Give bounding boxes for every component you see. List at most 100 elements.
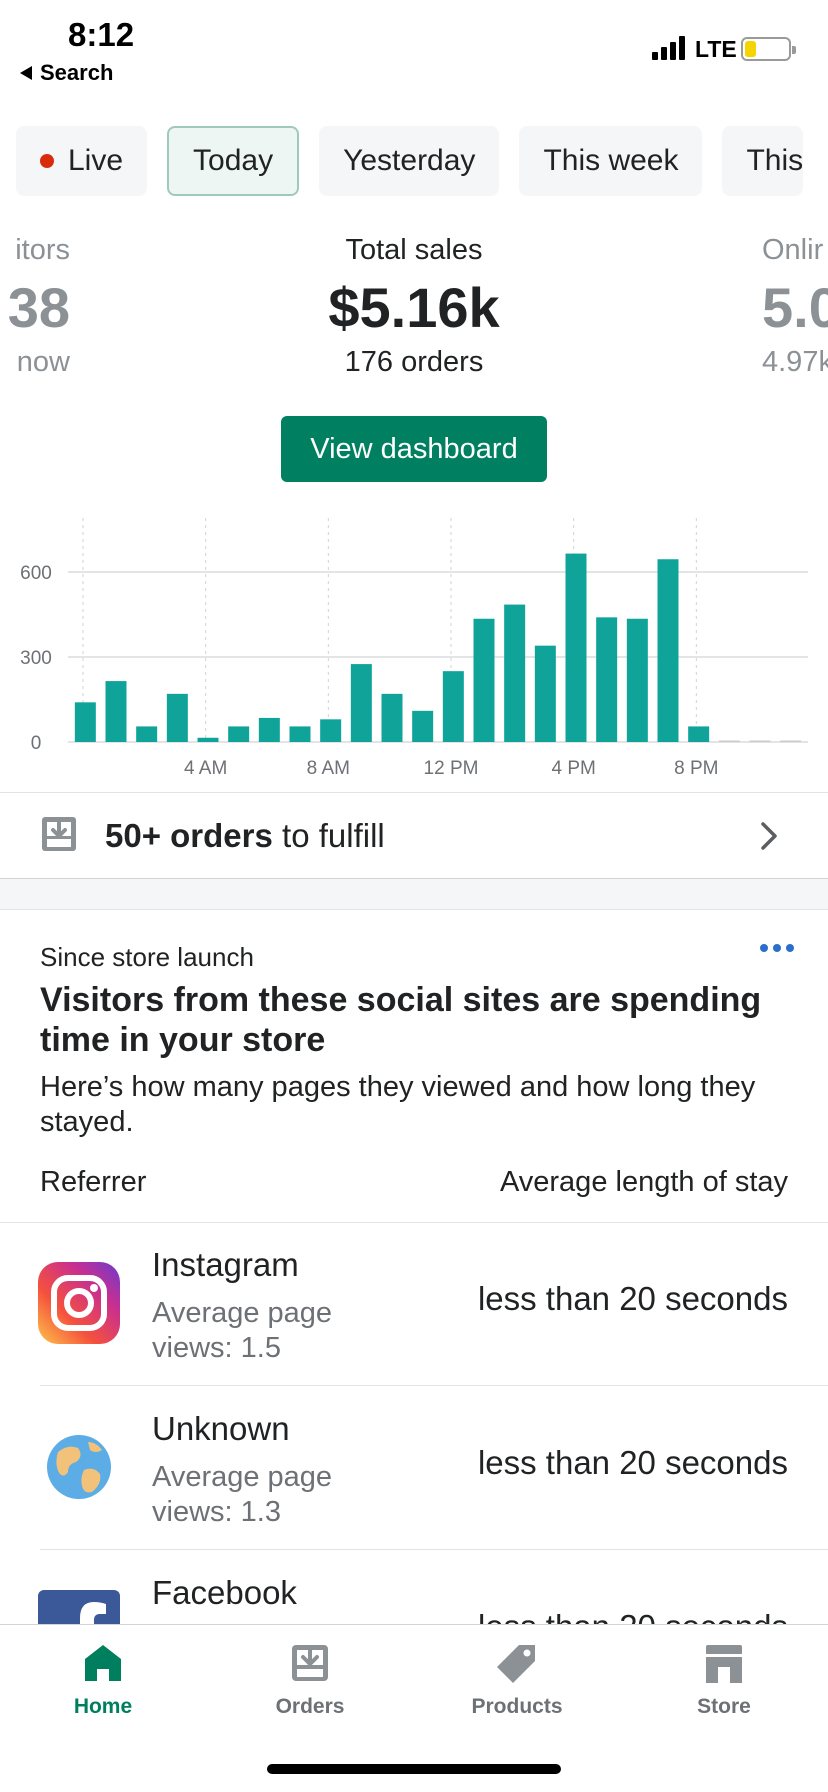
chip-label: This <box>746 144 804 177</box>
chart-bar[interactable] <box>105 681 127 742</box>
tab-store[interactable]: Store <box>644 1641 804 1719</box>
x-tick-label: 8 PM <box>674 758 718 779</box>
referrer-row-instagram[interactable]: Instagram Average page views: 1.5 less t… <box>0 1222 828 1386</box>
status-bar: 8:12 Search LTE <box>0 0 828 100</box>
chip-today[interactable]: Today <box>167 126 300 196</box>
chip-label: Live <box>68 144 124 177</box>
section-divider <box>0 878 828 910</box>
column-header-referrer: Referrer <box>40 1166 147 1198</box>
orders-to-fulfill-row[interactable]: 50+ orders to fulfill <box>0 792 828 878</box>
chart-bar[interactable] <box>473 618 495 742</box>
fulfill-count: 50+ orders <box>105 817 273 854</box>
chart-bar[interactable] <box>626 618 648 742</box>
metric-visitors[interactable]: itors 38 now <box>0 234 70 379</box>
instagram-logo-icon <box>38 1262 120 1344</box>
signal-icon <box>652 36 685 60</box>
battery-icon <box>741 37 796 61</box>
metric-subtext: now <box>16 346 70 378</box>
metric-value: 5.0 <box>762 276 828 339</box>
tab-label: Home <box>73 1695 133 1718</box>
back-label: Search <box>40 60 114 85</box>
chart-bar[interactable] <box>534 645 556 742</box>
hourly-sales-chart: 0 300 600 4 AM 8 AM 12 PM 4 PM 8 PM <box>20 518 808 779</box>
tab-label: Orders <box>275 1695 345 1718</box>
metric-total-sales[interactable]: Total sales $5.16k 176 orders <box>264 234 564 379</box>
chip-label: Yesterday <box>343 144 476 177</box>
chart-bar[interactable] <box>350 664 372 742</box>
chart-bar[interactable] <box>749 740 771 743</box>
chart-bar[interactable] <box>320 719 342 742</box>
chart-bar[interactable] <box>780 740 802 743</box>
view-dashboard-button[interactable]: View dashboard <box>281 416 547 482</box>
y-tick-label: 600 <box>20 563 52 584</box>
chart-bar[interactable] <box>74 702 96 742</box>
referrer-name: Unknown <box>152 1410 290 1447</box>
chip-live[interactable]: Live <box>16 126 148 196</box>
referrer-stay: less than 20 seconds <box>477 1280 788 1317</box>
chip-this-month[interactable]: This <box>722 126 804 196</box>
tab-home[interactable]: Home <box>23 1641 183 1719</box>
x-tick-label: 4 AM <box>184 758 227 779</box>
metric-label: Onlir <box>762 234 824 266</box>
metric-value: $5.16k <box>328 276 500 339</box>
chart-bar[interactable] <box>718 740 740 743</box>
referrer-name: Instagram <box>152 1246 299 1283</box>
chart-bar[interactable] <box>565 553 587 742</box>
chart-bar[interactable] <box>289 726 311 742</box>
date-filter-chips: Live Today Yesterday This week This <box>16 126 804 196</box>
chart-bar[interactable] <box>258 717 280 742</box>
metric-subtext: 4.97k <box>762 346 828 378</box>
chart-bar[interactable] <box>596 617 618 742</box>
home-indicator <box>267 1764 561 1774</box>
card-title: Visitors from these social sites are spe… <box>40 981 762 1059</box>
chart-bar[interactable] <box>442 671 464 742</box>
globe-icon <box>47 1435 111 1499</box>
chip-label: This week <box>543 144 679 177</box>
network-type: LTE <box>695 36 737 62</box>
tab-label: Store <box>697 1695 751 1718</box>
live-dot-icon <box>40 154 54 168</box>
inbox-download-icon <box>42 817 76 851</box>
chip-this-week[interactable]: This week <box>519 126 703 196</box>
chart-bar[interactable] <box>688 726 710 742</box>
card-description: Here’s how many pages they viewed and ho… <box>40 1071 756 1138</box>
x-tick-label: 8 AM <box>307 758 350 779</box>
referrer-page-views: Average page views: 1.5 <box>152 1297 333 1364</box>
metric-label: Total sales <box>345 234 483 266</box>
tab-label: Products <box>471 1695 563 1718</box>
chevron-right-icon <box>761 822 777 850</box>
fulfill-suffix: to fulfill <box>272 817 385 854</box>
store-icon <box>706 1645 742 1683</box>
chart-bar[interactable] <box>381 693 403 742</box>
tab-orders[interactable]: Orders <box>230 1641 390 1719</box>
chart-bar[interactable] <box>504 604 526 742</box>
metric-label: itors <box>15 234 70 266</box>
fulfill-text: 50+ orders to fulfill <box>105 817 385 855</box>
column-header-stay: Average length of stay <box>499 1166 788 1198</box>
chart-bar[interactable] <box>136 726 158 742</box>
chart-bar[interactable] <box>412 710 434 742</box>
metric-subtext: 176 orders <box>344 346 484 378</box>
referrer-row-unknown[interactable]: Unknown Average page views: 1.3 less tha… <box>0 1386 828 1550</box>
more-options-icon[interactable] <box>760 944 794 952</box>
referrer-page-views: Average page views: 1.3 <box>152 1461 333 1528</box>
chart-bar[interactable] <box>228 726 250 742</box>
back-to-search[interactable]: Search <box>20 60 113 86</box>
orders-icon <box>292 1645 328 1681</box>
home-icon <box>85 1645 121 1681</box>
tag-icon <box>497 1645 535 1683</box>
chip-yesterday[interactable]: Yesterday <box>319 126 500 196</box>
chart-bar[interactable] <box>197 737 219 742</box>
metric-value: 38 <box>7 276 70 339</box>
y-tick-label: 0 <box>31 733 42 754</box>
metric-online-sales[interactable]: Onlir 5.0 4.97k <box>762 234 828 379</box>
referrer-stay: less than 20 seconds <box>477 1444 788 1481</box>
chart-bar[interactable] <box>657 559 679 742</box>
y-tick-label: 300 <box>20 648 52 669</box>
x-tick-label: 4 PM <box>551 758 595 779</box>
clock: 8:12 <box>68 16 135 53</box>
back-arrow-icon <box>20 66 32 80</box>
chart-bar[interactable] <box>166 693 188 742</box>
card-kicker: Since store launch <box>40 942 254 972</box>
tab-products[interactable]: Products <box>437 1641 597 1719</box>
